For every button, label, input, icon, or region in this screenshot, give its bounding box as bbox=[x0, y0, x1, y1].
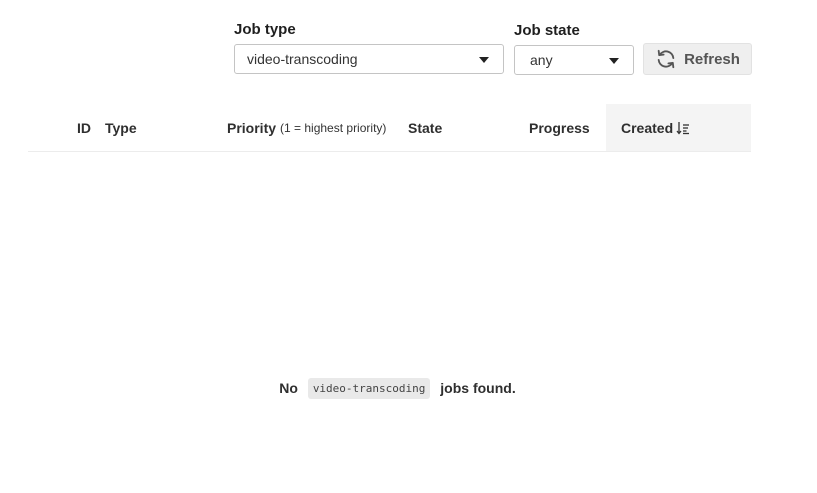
refresh-icon bbox=[657, 49, 675, 69]
column-header-created-label: Created bbox=[621, 119, 674, 136]
empty-state-job-type: video-transcoding bbox=[307, 378, 431, 399]
refresh-button[interactable]: Refresh bbox=[643, 43, 752, 75]
jobs-table-header: ID Type Priority (1 = highest priority) … bbox=[28, 104, 751, 152]
empty-state-message: No video-transcoding jobs found. bbox=[0, 378, 795, 399]
job-state-select-value: any bbox=[530, 52, 553, 68]
column-header-id-label: ID bbox=[77, 119, 91, 136]
job-state-select[interactable]: any bbox=[514, 45, 634, 75]
column-header-id[interactable]: ID bbox=[77, 104, 91, 151]
chevron-down-icon bbox=[609, 58, 619, 64]
column-header-state-label: State bbox=[408, 119, 443, 136]
job-type-label: Job type bbox=[234, 21, 296, 38]
empty-state-suffix: jobs found. bbox=[440, 380, 516, 396]
column-header-type[interactable]: Type bbox=[105, 104, 137, 151]
chevron-down-icon bbox=[479, 57, 489, 63]
column-header-progress-label: Progress bbox=[529, 119, 590, 136]
column-header-progress[interactable]: Progress bbox=[529, 104, 590, 151]
column-header-state[interactable]: State bbox=[408, 104, 442, 151]
column-header-created[interactable]: Created bbox=[606, 104, 751, 151]
sort-descending-icon bbox=[676, 121, 690, 135]
refresh-button-label: Refresh bbox=[684, 50, 740, 68]
job-type-select-value: video-transcoding bbox=[247, 51, 358, 67]
column-header-priority[interactable]: Priority (1 = highest priority) bbox=[227, 104, 386, 151]
column-header-type-label: Type bbox=[105, 119, 137, 136]
job-type-select[interactable]: video-transcoding bbox=[234, 44, 504, 74]
priority-note: (1 = highest priority) bbox=[280, 120, 387, 135]
column-header-priority-label: Priority bbox=[227, 119, 277, 136]
empty-state-prefix: No bbox=[279, 380, 298, 396]
job-state-label: Job state bbox=[514, 22, 580, 39]
